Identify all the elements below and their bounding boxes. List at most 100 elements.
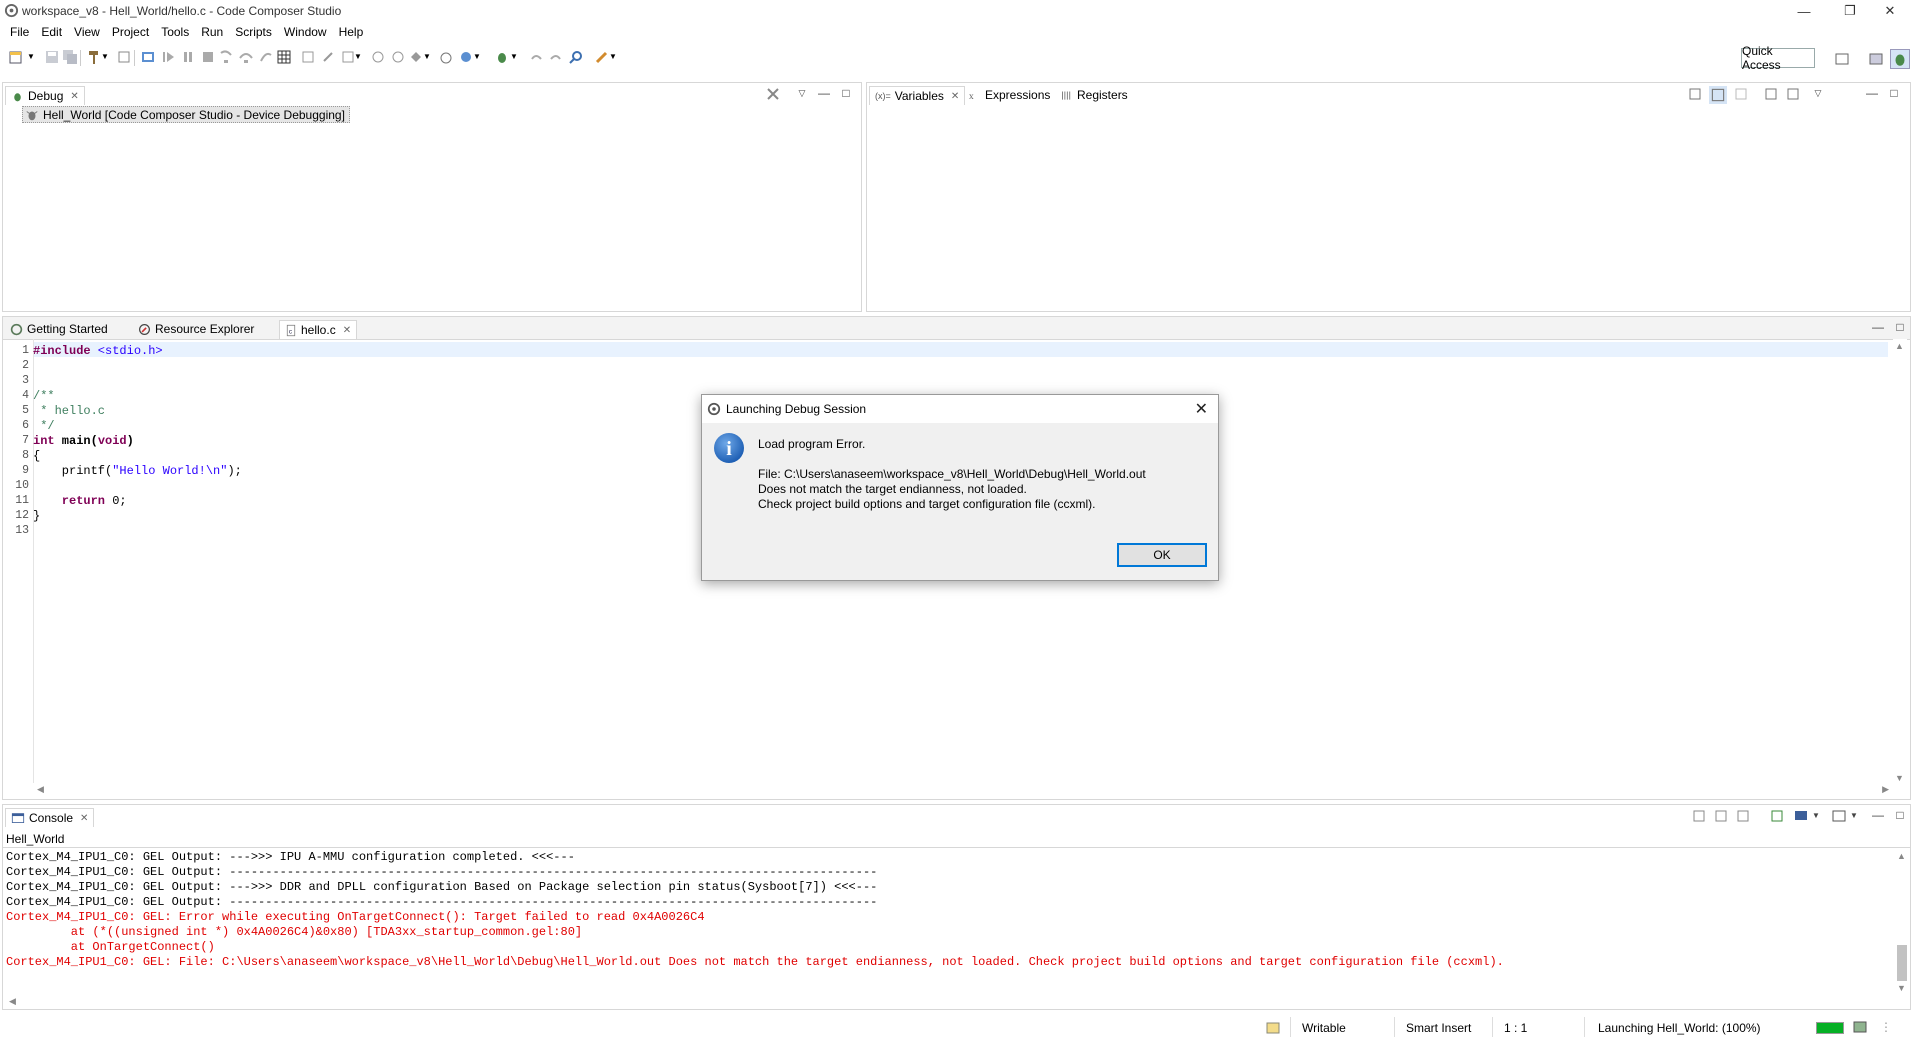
tab-getting-started[interactable]: Getting Started [5,320,113,338]
console-horizontal-scrollbar[interactable]: ◀ [5,995,1893,1009]
step-return-icon[interactable] [258,49,274,65]
view-menu-icon[interactable]: ▽ [1811,88,1825,99]
terminate-icon[interactable] [200,49,216,65]
rtos-icon[interactable] [458,49,474,65]
memory-grid-icon[interactable] [276,49,292,65]
redo-icon[interactable] [548,49,564,65]
clear-console-icon[interactable] [1691,808,1707,824]
menu-run[interactable]: Run [195,25,229,39]
show-type-names-icon[interactable] [1709,86,1727,104]
pin-icon[interactable] [320,49,336,65]
breakpoint-dropdown-icon[interactable]: ▼ [423,52,439,68]
scroll-left-icon[interactable]: ◀ [37,784,44,795]
console-vertical-scrollbar[interactable]: ▲ ▼ [1895,849,1909,995]
close-tab-icon[interactable]: ✕ [951,91,959,102]
debug-launch-icon[interactable] [140,49,156,65]
search-icon[interactable] [568,49,584,65]
close-tab-icon[interactable]: ✕ [70,91,78,102]
menu-scripts[interactable]: Scripts [229,25,278,39]
save-all-icon[interactable] [62,49,78,65]
maximize-view-icon[interactable]: □ [1893,808,1907,822]
rtos-dropdown-icon[interactable]: ▼ [473,52,489,68]
word-wrap-icon[interactable] [1735,808,1751,824]
maximize-view-icon[interactable]: □ [1887,86,1901,100]
menu-view[interactable]: View [68,25,106,39]
tab-debug[interactable]: Debug ✕ [5,86,85,105]
ccs-debug-perspective-icon[interactable] [1890,49,1910,69]
open-console-icon[interactable] [1831,808,1847,824]
pin-view-icon[interactable] [1785,86,1801,102]
close-tab-icon[interactable]: ✕ [343,325,351,336]
pencil-icon[interactable] [594,49,610,65]
new-icon[interactable] [8,49,24,65]
minimize-view-icon[interactable]: — [817,86,831,100]
save-icon[interactable] [44,49,60,65]
menu-project[interactable]: Project [106,25,155,39]
breakpoint-icon[interactable] [408,49,424,65]
scroll-down-icon[interactable]: ▼ [1895,773,1904,783]
maximize-view-icon[interactable]: □ [839,86,853,100]
pin-console-icon[interactable] [1769,808,1785,824]
build-dropdown-icon[interactable]: ▼ [101,52,117,68]
scroll-up-icon[interactable]: ▲ [1897,851,1906,861]
status-progress-bar[interactable] [1816,1022,1844,1034]
menu-help[interactable]: Help [333,25,370,39]
tab-hello-c[interactable]: c hello.c ✕ [279,320,358,339]
restart-icon[interactable] [390,49,406,65]
tab-registers[interactable]: Registers [1055,86,1133,104]
menu-tools[interactable]: Tools [155,25,195,39]
progress-view-icon[interactable] [1852,1019,1868,1035]
scroll-thumb[interactable] [1897,945,1907,981]
close-window-button[interactable]: ✕ [1867,0,1913,22]
tab-resource-explorer[interactable]: Resource Explorer [133,320,259,338]
debug-dropdown-icon[interactable]: ▼ [510,52,526,68]
connect-target-icon[interactable] [300,49,316,65]
quick-access-input[interactable]: Quick Access [1741,44,1815,72]
undo-icon[interactable] [528,49,544,65]
remove-terminated-icon[interactable] [765,86,781,102]
scroll-up-icon[interactable]: ▲ [1895,341,1904,351]
pencil-dropdown-icon[interactable]: ▼ [609,52,625,68]
minimize-editor-icon[interactable]: — [1871,320,1885,334]
reset-cpu-icon[interactable] [370,49,386,65]
editor-vertical-scrollbar[interactable]: ▲ ▼ [1893,339,1907,785]
clean-icon[interactable] [116,49,132,65]
ok-button[interactable]: OK [1117,543,1207,567]
view-menu-icon[interactable]: ▽ [795,88,809,99]
minimize-view-icon[interactable]: — [1865,86,1879,100]
minimize-view-icon[interactable]: — [1871,808,1885,822]
new-dropdown-icon[interactable]: ▼ [27,52,43,68]
tab-console[interactable]: Console ✕ [5,808,95,827]
menu-edit[interactable]: Edit [35,25,68,39]
close-tab-icon[interactable]: ✕ [80,813,88,824]
menu-window[interactable]: Window [278,25,333,39]
scroll-down-icon[interactable]: ▼ [1897,983,1906,993]
display-console-icon[interactable] [1793,808,1809,824]
open-perspective-icon[interactable] [1834,51,1850,67]
tab-expressions[interactable]: x Expressions [963,86,1055,104]
open-console-dropdown-icon[interactable]: ▼ [1847,811,1861,820]
menu-file[interactable]: File [4,25,35,39]
new-view-icon[interactable] [1763,86,1779,102]
editor-horizontal-scrollbar[interactable]: ◀ ▶ [33,783,1893,797]
tab-variables[interactable]: (x)= Variables ✕ [869,86,966,105]
scroll-lock-icon[interactable] [1713,808,1729,824]
select-all-icon[interactable] [1733,86,1749,102]
maximize-editor-icon[interactable]: □ [1893,320,1907,334]
debug-session-item[interactable]: Hell_World [Code Composer Studio - Devic… [22,106,350,123]
minimize-button[interactable]: — [1781,0,1827,22]
run-to-line-icon[interactable] [438,49,454,65]
scroll-right-icon[interactable]: ▶ [1882,784,1889,795]
resume-icon[interactable] [160,49,176,65]
dialog-close-button[interactable]: ✕ [1195,399,1208,419]
suspend-icon[interactable] [180,49,196,65]
debug-bug-icon[interactable] [494,49,510,65]
display-console-dropdown-icon[interactable]: ▼ [1809,811,1823,820]
scroll-left-icon[interactable]: ◀ [9,996,16,1007]
step-over-icon[interactable] [238,49,254,65]
load-dropdown-icon[interactable]: ▼ [354,52,370,68]
collapse-all-icon[interactable] [1687,86,1703,102]
step-into-icon[interactable] [218,49,234,65]
build-hammer-icon[interactable] [86,49,102,65]
ccs-edit-perspective-icon[interactable] [1868,51,1884,67]
